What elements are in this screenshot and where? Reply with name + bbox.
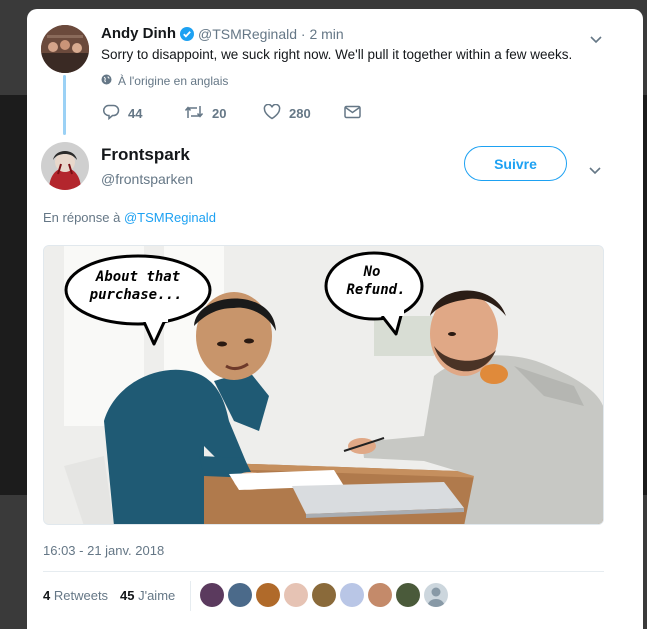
frontspark-handle[interactable]: @frontsparken <box>101 171 193 187</box>
reply-caret-icon[interactable] <box>590 31 602 44</box>
reply-to-link[interactable]: @TSMReginald <box>124 210 216 225</box>
liker-avatar[interactable] <box>396 583 420 607</box>
liker-avatar[interactable] <box>200 583 224 607</box>
tweet-timestamp[interactable]: 16:03 - 21 janv. 2018 <box>43 543 164 558</box>
retweet-stat-count: 4 <box>43 588 51 603</box>
bubble-left-line2: purchase... <box>89 287 183 303</box>
main-caret-icon[interactable] <box>589 162 601 175</box>
reply-prefix: En réponse à <box>43 210 121 225</box>
retweet-stat[interactable]: 4 Retweets <box>43 588 108 603</box>
like-action[interactable]: 280 <box>263 103 311 123</box>
andy-tweet-text: Sorry to disappoint, we suck right now. … <box>101 47 573 62</box>
like-stat[interactable]: 45 J'aime <box>120 588 175 603</box>
retweet-stat-label: Retweets <box>53 588 109 603</box>
reply-count: 44 <box>128 106 143 121</box>
verified-icon <box>180 26 194 41</box>
bubble-right-line1: No <box>363 264 381 280</box>
reply-action[interactable]: 44 <box>103 104 142 123</box>
retweet-count: 20 <box>212 106 227 121</box>
default-avatar-icon[interactable] <box>424 583 448 607</box>
retweet-icon <box>184 104 204 123</box>
stats-divider <box>43 571 604 572</box>
meme-image: About that purchase... No Refund. <box>44 246 603 524</box>
like-stat-count: 45 <box>120 588 135 603</box>
follow-button[interactable]: Suivre <box>464 146 567 181</box>
liker-avatar[interactable] <box>228 583 252 607</box>
reply-icon <box>103 104 120 123</box>
stats-separator <box>190 581 191 611</box>
globe-icon <box>101 74 112 88</box>
andy-handle-time[interactable]: @TSMReginald · 2 min <box>198 26 344 42</box>
frontspark-name[interactable]: Frontspark <box>101 145 190 165</box>
heart-icon <box>263 103 281 123</box>
andy-name[interactable]: Andy Dinh <box>101 25 176 42</box>
translation-note[interactable]: À l'origine en anglais <box>118 74 228 88</box>
liker-avatar[interactable] <box>312 583 336 607</box>
tweet-media[interactable]: About that purchase... No Refund. <box>43 245 604 525</box>
liker-avatar[interactable] <box>340 583 364 607</box>
retweet-action[interactable]: 20 <box>184 104 226 123</box>
message-icon[interactable] <box>344 105 361 124</box>
thread-line <box>63 75 66 135</box>
liker-avatar[interactable] <box>368 583 392 607</box>
like-count: 280 <box>289 106 311 121</box>
like-stat-label: J'aime <box>138 588 176 603</box>
bubble-left-line1: About that <box>95 269 180 285</box>
andy-avatar[interactable] <box>41 25 89 73</box>
frontspark-avatar[interactable] <box>41 142 89 190</box>
tweet-card: Andy Dinh @TSMReginald · 2 min Sorry to … <box>27 9 643 629</box>
liker-avatar[interactable] <box>256 583 280 607</box>
bubble-right-line2: Refund. <box>346 282 405 298</box>
liker-avatar[interactable] <box>284 583 308 607</box>
